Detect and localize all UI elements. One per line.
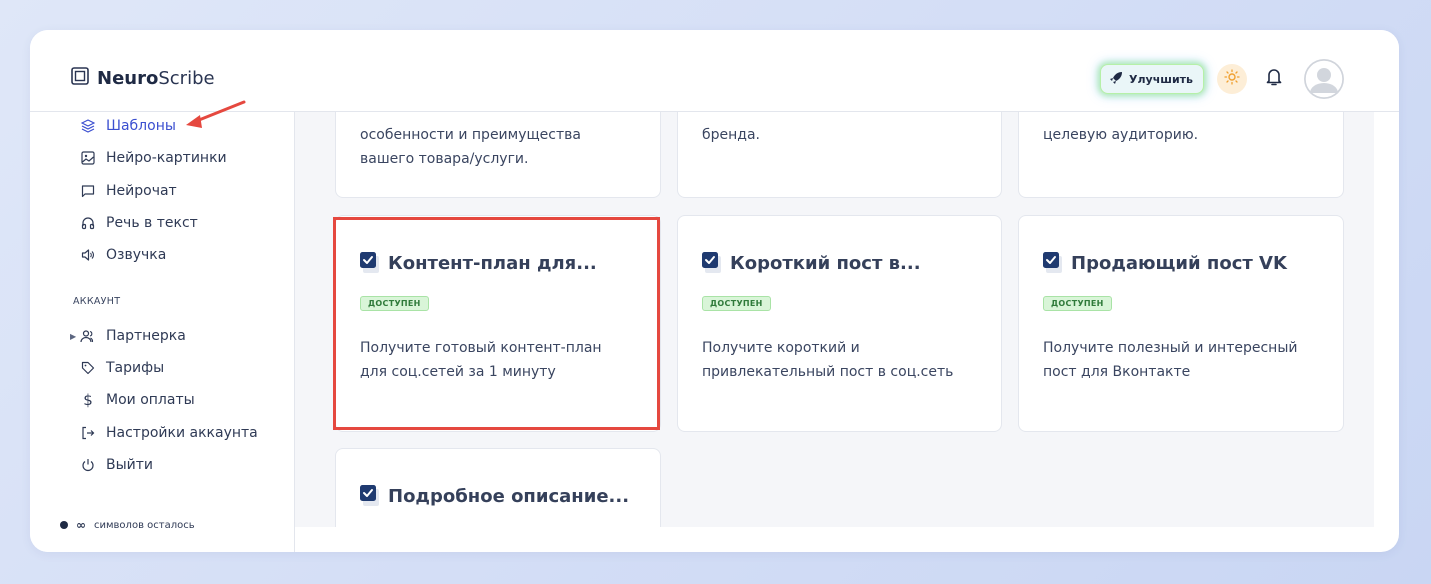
card-desc-line: целевую аудиторию.: [1043, 127, 1199, 143]
annotation-arrow-icon: [186, 100, 246, 128]
login-icon: [80, 425, 96, 441]
notifications-button[interactable]: [1262, 66, 1286, 92]
template-card[interactable]: особенности и преимущества вашего товара…: [335, 112, 661, 198]
sidebar-item-label: Выйти: [106, 457, 154, 473]
sidebar-item-logout[interactable]: Выйти: [80, 457, 153, 473]
sidebar-item-label: Партнерка: [106, 328, 186, 344]
chat-icon: [80, 183, 96, 199]
avatar[interactable]: [1304, 59, 1344, 99]
sidebar-item-voiceover[interactable]: Озвучка: [80, 247, 166, 263]
logo-text-bold: Neuro: [97, 67, 159, 89]
expand-caret-icon[interactable]: ▶: [70, 332, 76, 341]
account-section-label: АККАУНТ: [73, 296, 121, 307]
layers-icon: [80, 118, 96, 134]
theme-toggle-button[interactable]: [1217, 64, 1247, 94]
chars-left-label: символов осталось: [94, 519, 195, 531]
card-description: Получите короткий и привлекательный пост…: [702, 340, 954, 380]
sidebar-item-label: Нейрочат: [106, 183, 177, 199]
card-desc-line: особенности и преимущества: [360, 127, 581, 143]
rocket-icon: [1109, 71, 1123, 88]
sidebar-item-neuro-images[interactable]: Нейро-картинки: [80, 150, 227, 166]
bell-icon: [1265, 67, 1283, 91]
card-description: Получите полезный и интересный пост для …: [1043, 340, 1298, 380]
card-title: Подробное описание...: [388, 485, 630, 507]
card-title: Короткий пост в...: [730, 252, 921, 274]
logo-text-rest: Scribe: [158, 67, 215, 89]
tag-icon: [80, 360, 96, 376]
sidebar-item-label: Настройки аккаунта: [106, 425, 258, 441]
card-desc-line: вашего товара/услуги.: [360, 151, 529, 167]
checkbox-icon: [360, 485, 380, 507]
sidebar-item-label: Озвучка: [106, 247, 167, 263]
status-badge: ДОСТУПЕН: [702, 296, 771, 311]
checkbox-icon: [1043, 252, 1063, 274]
sidebar-item-label: Тарифы: [106, 360, 165, 376]
status-badge: ДОСТУПЕН: [360, 296, 429, 311]
chars-left-value: ∞: [76, 518, 86, 532]
template-card[interactable]: бренда.: [677, 112, 1002, 198]
sidebar-item-account-settings[interactable]: Настройки аккаунта: [80, 425, 258, 441]
sidebar-item-templates[interactable]: Шаблоны: [80, 118, 176, 134]
sidebar-item-label: Нейро-картинки: [106, 150, 227, 166]
sidebar-item-tariffs[interactable]: Тарифы: [80, 360, 164, 376]
logo[interactable]: NeuroScribe: [71, 67, 215, 89]
checkbox-icon: [702, 252, 722, 274]
template-card-content-plan[interactable]: Контент-план для... ДОСТУПЕН Получите го…: [335, 215, 661, 432]
upgrade-button[interactable]: Улучшить: [1100, 64, 1204, 94]
templates-grid: особенности и преимущества вашего товара…: [295, 112, 1374, 527]
template-card-selling-post-vk[interactable]: Продающий пост VK ДОСТУПЕН Получите поле…: [1018, 215, 1344, 432]
card-title: Продающий пост VK: [1071, 252, 1287, 274]
card-desc-line: бренда.: [702, 127, 760, 143]
status-dot: [60, 521, 68, 529]
sidebar: Шаблоны Нейро-картинки Нейрочат Речь в т…: [30, 112, 295, 552]
sidebar-item-neurochat[interactable]: Нейрочат: [80, 183, 177, 199]
sidebar-item-label: Речь в текст: [106, 215, 198, 231]
checkbox-icon: [360, 252, 380, 274]
sidebar-item-partner[interactable]: Партнерка: [80, 328, 186, 344]
sun-icon: [1224, 69, 1240, 89]
image-icon: [80, 150, 96, 166]
sidebar-item-label: Шаблоны: [106, 118, 176, 134]
logo-icon: [71, 67, 89, 89]
card-title: Контент-план для...: [388, 252, 597, 274]
card-description: Получите готовый контент-план для соц.се…: [360, 340, 602, 380]
power-icon: [80, 457, 96, 473]
dollar-icon: $: [83, 391, 93, 409]
sidebar-item-label: Мои оплаты: [106, 392, 195, 408]
status-badge: ДОСТУПЕН: [1043, 296, 1112, 311]
speaker-icon: [80, 247, 96, 263]
template-card-short-post[interactable]: Короткий пост в... ДОСТУПЕН Получите кор…: [677, 215, 1002, 432]
upgrade-label: Улучшить: [1129, 72, 1193, 86]
chars-left-indicator: ∞ символов осталось: [60, 518, 195, 532]
sidebar-item-my-payments[interactable]: $ Мои оплаты: [80, 391, 195, 409]
sidebar-item-speech-to-text[interactable]: Речь в текст: [80, 215, 198, 231]
headphones-icon: [80, 215, 96, 231]
users-icon: [80, 328, 96, 344]
template-card[interactable]: целевую аудиторию.: [1018, 112, 1344, 198]
template-card-detailed-description[interactable]: Подробное описание...: [335, 448, 661, 527]
